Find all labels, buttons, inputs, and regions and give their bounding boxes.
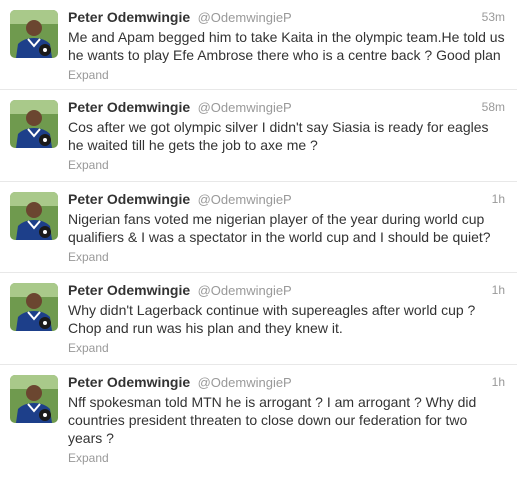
timestamp[interactable]: 58m	[482, 98, 505, 117]
author-name[interactable]: Peter Odemwingie	[68, 282, 190, 298]
avatar[interactable]	[10, 192, 58, 240]
tweet-item[interactable]: Peter Odemwingie @OdemwingieP 1h Nff spo…	[0, 365, 517, 469]
author-handle[interactable]: @OdemwingieP	[198, 283, 292, 298]
tweet-text: Nff spokesman told MTN he is arrogant ? …	[68, 394, 477, 446]
author-name[interactable]: Peter Odemwingie	[68, 374, 190, 390]
author-name[interactable]: Peter Odemwingie	[68, 9, 190, 25]
tweet-item[interactable]: Peter Odemwingie @OdemwingieP 58m Cos af…	[0, 90, 517, 182]
tweet-item[interactable]: Peter Odemwingie @OdemwingieP 1h Why did…	[0, 273, 517, 365]
tweet-header: Peter Odemwingie @OdemwingieP	[68, 281, 505, 300]
author-name[interactable]: Peter Odemwingie	[68, 99, 190, 115]
tweet-header: Peter Odemwingie @OdemwingieP	[68, 8, 505, 27]
expand-link[interactable]: Expand	[68, 249, 505, 265]
tweet-text: Nigerian fans voted me nigerian player o…	[68, 211, 491, 245]
tweet-header: Peter Odemwingie @OdemwingieP	[68, 98, 505, 117]
tweet-text: Me and Apam begged him to take Kaita in …	[68, 29, 505, 63]
expand-link[interactable]: Expand	[68, 340, 505, 356]
author-handle[interactable]: @OdemwingieP	[198, 10, 292, 25]
author-handle[interactable]: @OdemwingieP	[198, 192, 292, 207]
expand-link[interactable]: Expand	[68, 157, 505, 173]
tweet-header: Peter Odemwingie @OdemwingieP	[68, 190, 505, 209]
tweet-text: Why didn't Lagerback continue with super…	[68, 302, 476, 336]
expand-link[interactable]: Expand	[68, 450, 505, 466]
author-name[interactable]: Peter Odemwingie	[68, 191, 190, 207]
tweet-feed: Peter Odemwingie @OdemwingieP 53m Me and…	[0, 0, 517, 493]
timestamp[interactable]: 1h	[492, 281, 505, 300]
avatar[interactable]	[10, 100, 58, 148]
timestamp[interactable]: 1h	[492, 373, 505, 392]
tweet-header: Peter Odemwingie @OdemwingieP	[68, 373, 505, 392]
tweet-text: Cos after we got olympic silver I didn't…	[68, 119, 489, 153]
tweet-item[interactable]: Peter Odemwingie @OdemwingieP 1h Nigeria…	[0, 182, 517, 273]
timestamp[interactable]: 53m	[482, 8, 505, 27]
author-handle[interactable]: @OdemwingieP	[198, 375, 292, 390]
avatar[interactable]	[10, 283, 58, 331]
avatar[interactable]	[10, 375, 58, 423]
expand-link[interactable]: Expand	[68, 67, 505, 83]
tweet-item[interactable]: Peter Odemwingie @OdemwingieP 53m Me and…	[0, 0, 517, 90]
timestamp[interactable]: 1h	[492, 190, 505, 209]
avatar[interactable]	[10, 10, 58, 58]
author-handle[interactable]: @OdemwingieP	[198, 100, 292, 115]
